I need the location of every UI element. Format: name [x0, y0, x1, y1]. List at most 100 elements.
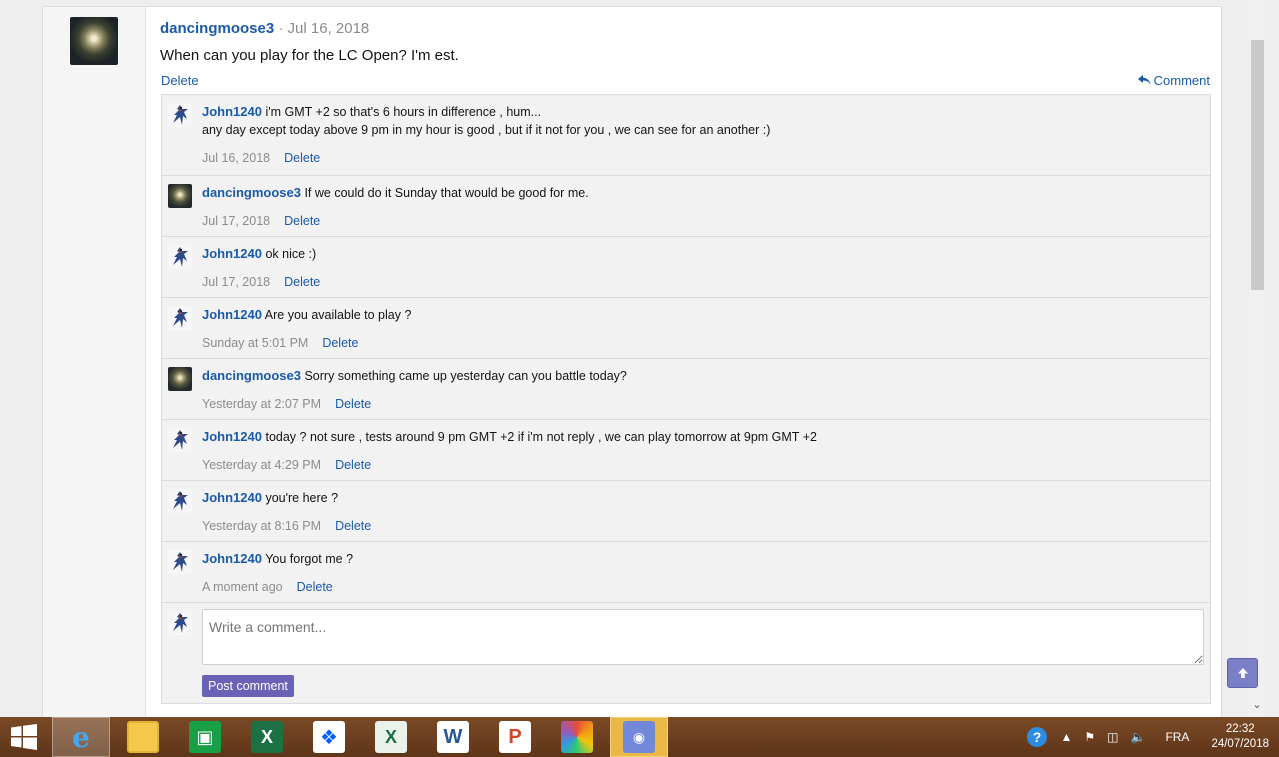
- comment-item: John1240 ok nice :) Jul 17, 2018 Delete: [162, 237, 1210, 298]
- post-date[interactable]: Jul 16, 2018: [288, 20, 370, 37]
- show-hidden-icons-icon[interactable]: ▲: [1060, 730, 1072, 744]
- post-author-avatar[interactable]: [70, 17, 118, 65]
- comment-line: any day except today above 9 pm in my ho…: [202, 123, 771, 137]
- excel-alt-icon: X: [375, 721, 407, 753]
- post-separator: ·: [278, 20, 284, 37]
- comment-date[interactable]: Yesterday at 2:07 PM: [202, 397, 321, 411]
- system-clock[interactable]: 22:32 24/07/2018: [1211, 722, 1269, 752]
- comment-reply-form: Post comment: [162, 603, 1210, 703]
- arrow-up-icon: [1237, 668, 1248, 678]
- taskbar-store[interactable]: ▣: [176, 717, 234, 757]
- comment-avatar[interactable]: [168, 184, 192, 208]
- taskbar-word[interactable]: W: [424, 717, 482, 757]
- vertical-scrollbar[interactable]: ⌄: [1249, 0, 1264, 717]
- comment-text: dancingmoose3 If we could do it Sunday t…: [202, 184, 1200, 202]
- comment-input[interactable]: [202, 609, 1204, 665]
- post-delete-link[interactable]: Delete: [161, 73, 199, 88]
- volume-icon[interactable]: 🔈: [1130, 730, 1145, 744]
- comment-date[interactable]: A moment ago: [202, 580, 283, 594]
- comment-delete-link[interactable]: Delete: [284, 275, 320, 289]
- comment-line: i'm GMT +2 so that's 6 hours in differen…: [265, 105, 542, 119]
- taskbar-internet-explorer[interactable]: e: [52, 717, 110, 757]
- comment-date[interactable]: Jul 17, 2018: [202, 275, 270, 289]
- comment-meta: Sunday at 5:01 PM Delete: [202, 336, 1200, 350]
- comment-author-link[interactable]: John1240: [202, 490, 262, 505]
- comment-delete-link[interactable]: Delete: [335, 519, 371, 533]
- comment-author-link[interactable]: John1240: [202, 429, 262, 444]
- post-header: dancingmoose3 · Jul 16, 2018: [160, 20, 369, 37]
- post-author-link[interactable]: dancingmoose3: [160, 20, 274, 37]
- comment-meta: Jul 17, 2018 Delete: [202, 275, 1200, 289]
- page-viewport: dancingmoose3 · Jul 16, 2018 When can yo…: [0, 0, 1264, 717]
- comment-author-link[interactable]: John1240: [202, 307, 262, 322]
- comment-item: John1240 i'm GMT +2 so that's 6 hours in…: [162, 95, 1210, 176]
- comment-author-link[interactable]: John1240: [202, 104, 262, 119]
- comment-delete-link[interactable]: Delete: [284, 214, 320, 228]
- comment-meta: Yesterday at 4:29 PM Delete: [202, 458, 1200, 472]
- comment-date[interactable]: Sunday at 5:01 PM: [202, 336, 308, 350]
- comment-text: John1240 today ? not sure , tests around…: [202, 428, 1200, 446]
- comment-date[interactable]: Jul 16, 2018: [202, 151, 270, 165]
- language-indicator[interactable]: FRA: [1165, 730, 1189, 744]
- comment-date[interactable]: Yesterday at 4:29 PM: [202, 458, 321, 472]
- comment-avatar[interactable]: [168, 245, 192, 269]
- comment-avatar[interactable]: [168, 367, 192, 391]
- scroll-down-arrow-icon[interactable]: ⌄: [1251, 699, 1263, 711]
- clock-time: 22:32: [1225, 723, 1255, 735]
- comment-author-link[interactable]: John1240: [202, 246, 262, 261]
- taskbar-excel-alt[interactable]: X: [362, 717, 420, 757]
- taskbar-excel[interactable]: X: [238, 717, 296, 757]
- comment-meta: Jul 17, 2018 Delete: [202, 214, 1200, 228]
- post-comment-link[interactable]: Comment: [1137, 73, 1210, 88]
- profile-post-card: dancingmoose3 · Jul 16, 2018 When can yo…: [42, 6, 1222, 717]
- comment-line: You forgot me ?: [265, 552, 354, 566]
- comment-delete-link[interactable]: Delete: [335, 397, 371, 411]
- comment-avatar[interactable]: [168, 103, 192, 127]
- comment-text: John1240 you're here ?: [202, 489, 1200, 507]
- comment-meta: A moment ago Delete: [202, 580, 1200, 594]
- taskbar-dropbox[interactable]: ❖: [300, 717, 358, 757]
- post-comment-button[interactable]: Post comment: [202, 675, 294, 697]
- comment-item: dancingmoose3 Sorry something came up ye…: [162, 359, 1210, 420]
- comment-avatar[interactable]: [168, 306, 192, 330]
- clock-date: 24/07/2018: [1211, 738, 1269, 750]
- taskbar-discord[interactable]: ◉: [610, 717, 668, 757]
- help-icon[interactable]: ?: [1026, 726, 1048, 748]
- post-body: When can you play for the LC Open? I'm e…: [160, 47, 459, 64]
- comment-item: John1240 You forgot me ? A moment ago Dele…: [162, 542, 1210, 603]
- comment-delete-link[interactable]: Delete: [322, 336, 358, 350]
- comment-author-link[interactable]: dancingmoose3: [202, 185, 301, 200]
- comment-author-link[interactable]: dancingmoose3: [202, 368, 301, 383]
- scrollbar-thumb[interactable]: [1251, 40, 1264, 290]
- comment-delete-link[interactable]: Delete: [297, 580, 333, 594]
- comment-delete-link[interactable]: Delete: [335, 458, 371, 472]
- comment-delete-link[interactable]: Delete: [284, 151, 320, 165]
- taskbar-photos[interactable]: [548, 717, 606, 757]
- word-icon: W: [437, 721, 469, 753]
- comment-avatar[interactable]: [168, 428, 192, 452]
- comment-text: dancingmoose3 Sorry something came up ye…: [202, 367, 1200, 385]
- comment-date[interactable]: Jul 17, 2018: [202, 214, 270, 228]
- comment-item: John1240 today ? not sure , tests around…: [162, 420, 1210, 481]
- network-icon[interactable]: ◫: [1107, 730, 1118, 744]
- windows-logo-icon: [11, 724, 37, 750]
- scroll-to-top-button[interactable]: [1227, 658, 1258, 688]
- photos-icon: [561, 721, 593, 753]
- comment-author-link[interactable]: John1240: [202, 551, 262, 566]
- system-tray: ? ▲ ⚑ ◫ 🔈 FRA 22:32 24/07/2018: [1020, 717, 1279, 757]
- taskbar-powerpoint[interactable]: P: [486, 717, 544, 757]
- reply-avatar: [168, 611, 192, 635]
- store-icon: ▣: [189, 721, 221, 753]
- taskbar-file-explorer[interactable]: [114, 717, 172, 757]
- comment-avatar[interactable]: [168, 489, 192, 513]
- start-button[interactable]: [0, 717, 48, 757]
- svg-text:?: ?: [1033, 729, 1042, 745]
- comment-list: John1240 i'm GMT +2 so that's 6 hours in…: [161, 94, 1211, 704]
- comment-date[interactable]: Yesterday at 8:16 PM: [202, 519, 321, 533]
- flag-icon[interactable]: ⚑: [1084, 730, 1095, 744]
- dropbox-icon: ❖: [313, 721, 345, 753]
- reply-icon: [1137, 75, 1151, 85]
- comment-avatar[interactable]: [168, 550, 192, 574]
- comment-item: John1240 Are you available to play ? Sund…: [162, 298, 1210, 359]
- comment-text: John1240 ok nice :): [202, 245, 1200, 263]
